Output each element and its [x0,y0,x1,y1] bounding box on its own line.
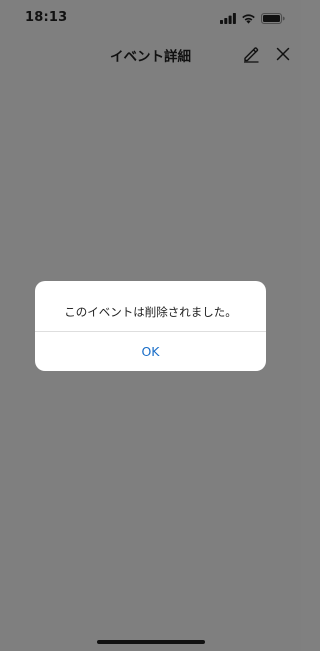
status-bar: 18:13 [0,0,301,38]
ok-button[interactable]: OK [35,332,266,371]
cellular-signal-icon [220,12,236,24]
dialog-message: このイベントは削除されました。 [64,305,237,319]
pencil-icon [244,47,259,63]
status-time: 18:13 [25,10,68,25]
edit-button[interactable] [241,44,261,64]
screen: 18:13 イベント詳細 このイベントは削除されました。 OK [0,0,301,651]
battery-icon [261,12,285,24]
header: イベント詳細 [0,38,301,70]
status-icons [220,12,285,24]
close-icon [276,47,290,61]
wifi-icon [241,13,256,24]
close-button[interactable] [273,44,293,64]
home-indicator[interactable] [97,640,205,644]
alert-dialog: このイベントは削除されました。 OK [35,281,266,371]
